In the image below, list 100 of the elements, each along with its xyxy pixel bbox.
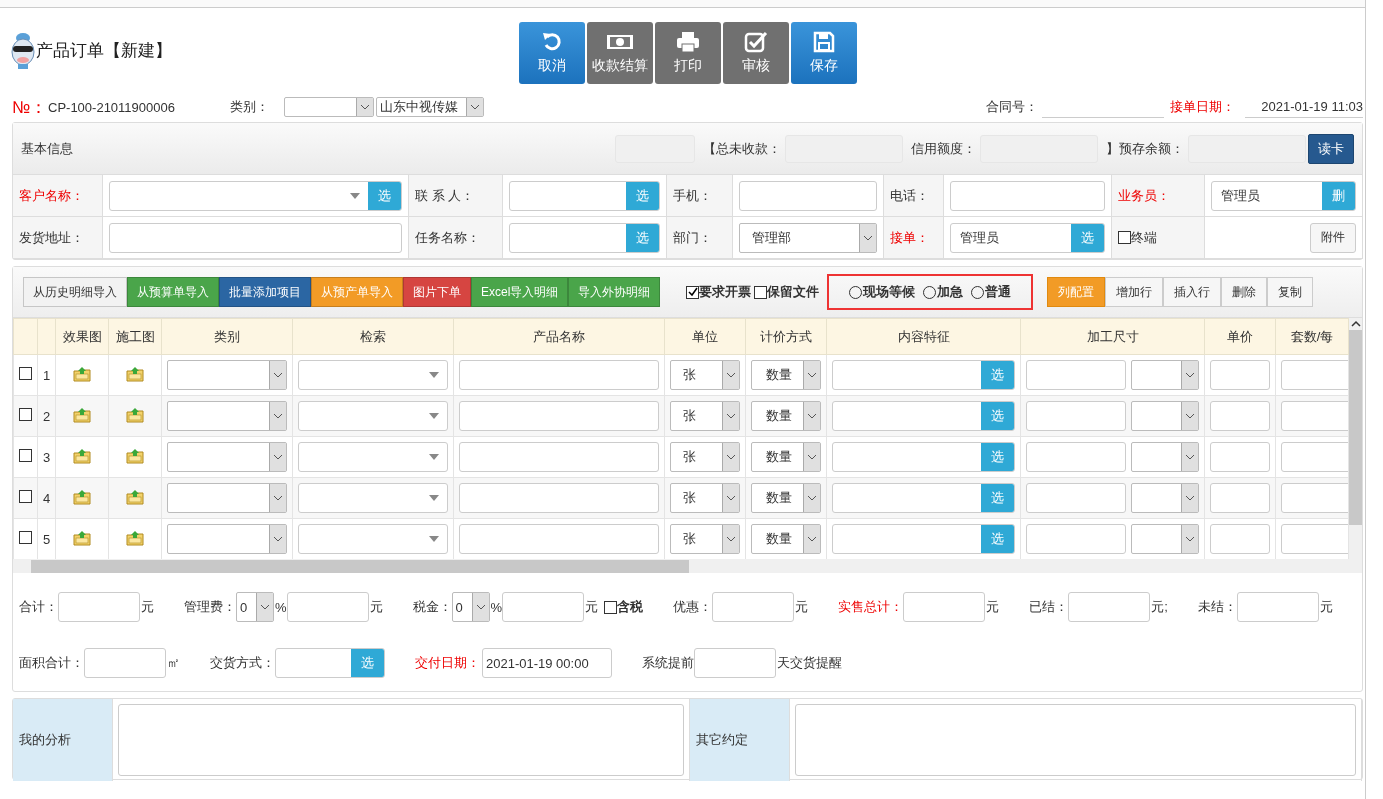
amount-field[interactable] — [712, 592, 795, 622]
price-field[interactable] — [1210, 524, 1270, 554]
row-checkbox[interactable] — [19, 367, 32, 380]
folder-upload-icon[interactable] — [126, 406, 144, 423]
amount-field[interactable] — [903, 592, 986, 622]
action-button[interactable]: 审核 — [723, 22, 789, 84]
import-button[interactable]: 批量添加项目 — [219, 277, 311, 307]
folder-upload-icon[interactable] — [73, 365, 91, 382]
percent-select[interactable]: 0 — [451, 592, 490, 622]
size-unit-select[interactable] — [1131, 483, 1199, 513]
row-tool-button[interactable]: 增加行 — [1105, 277, 1164, 307]
search-combo[interactable] — [298, 401, 448, 431]
size-field[interactable] — [1026, 401, 1126, 431]
search-combo[interactable] — [298, 442, 448, 472]
percent-select[interactable]: 0 — [236, 592, 274, 622]
order-date-field[interactable]: 2021-01-19 11:03 — [1245, 96, 1363, 118]
amount-field[interactable] — [1068, 592, 1151, 622]
quantity-field[interactable] — [1281, 524, 1351, 554]
priority-radio[interactable]: 现场等候 — [849, 283, 916, 301]
amount-field[interactable] — [58, 592, 140, 622]
size-unit-select[interactable] — [1131, 442, 1199, 472]
price-field[interactable] — [1210, 442, 1270, 472]
size-field[interactable] — [1026, 442, 1126, 472]
row-checkbox[interactable] — [19, 490, 32, 503]
pricing-select[interactable]: 数量 — [751, 401, 821, 431]
size-unit-select[interactable] — [1131, 360, 1199, 390]
category-select[interactable] — [167, 401, 287, 431]
amount-field[interactable] — [286, 592, 369, 622]
row-tool-button[interactable]: 复制 — [1267, 277, 1314, 307]
size-field[interactable] — [1026, 483, 1126, 513]
department-select[interactable]: 管理部 — [739, 222, 877, 253]
vertical-scrollbar[interactable] — [1349, 318, 1362, 559]
amount-field[interactable] — [1236, 592, 1319, 622]
folder-upload-icon[interactable] — [73, 447, 91, 464]
action-button[interactable]: 取消 — [519, 22, 585, 84]
product-name-field[interactable] — [459, 524, 659, 554]
search-combo[interactable] — [298, 483, 448, 513]
product-name-field[interactable] — [459, 483, 659, 513]
folder-upload-icon[interactable] — [126, 365, 144, 382]
folder-upload-icon[interactable] — [126, 529, 144, 546]
pricing-select[interactable]: 数量 — [751, 360, 821, 390]
note-textarea[interactable] — [795, 704, 1356, 776]
row-checkbox[interactable] — [19, 449, 32, 462]
company-select[interactable]: 山东中视传媒 — [376, 97, 484, 117]
action-button[interactable]: 打印 — [655, 22, 721, 84]
picker-field[interactable]: 管理员 选 — [950, 222, 1105, 253]
price-field[interactable] — [1210, 483, 1270, 513]
folder-upload-icon[interactable] — [126, 488, 144, 505]
text-field[interactable] — [739, 180, 877, 211]
quantity-field[interactable] — [1281, 360, 1351, 390]
option-checkbox[interactable]: 保留文件 — [754, 283, 820, 301]
read-card-button[interactable]: 读卡 — [1308, 133, 1354, 164]
row-checkbox[interactable] — [19, 531, 32, 544]
pricing-select[interactable]: 数量 — [751, 442, 821, 472]
search-combo[interactable] — [298, 360, 448, 390]
price-field[interactable] — [1210, 401, 1270, 431]
text-field[interactable] — [950, 180, 1105, 211]
product-name-field[interactable] — [459, 401, 659, 431]
attachment-button[interactable]: 附件 — [1310, 222, 1356, 253]
size-unit-select[interactable] — [1131, 401, 1199, 431]
folder-upload-icon[interactable] — [73, 529, 91, 546]
product-name-field[interactable] — [459, 360, 659, 390]
amount-field[interactable] — [84, 648, 166, 678]
unit-select[interactable]: 张 — [670, 442, 740, 472]
unit-select[interactable]: 张 — [670, 360, 740, 390]
row-checkbox[interactable] — [19, 408, 32, 421]
horizontal-scrollbar[interactable] — [13, 559, 1362, 573]
category-select[interactable] — [167, 442, 287, 472]
category-select[interactable] — [167, 524, 287, 554]
size-field[interactable] — [1026, 524, 1126, 554]
unit-select[interactable]: 张 — [670, 524, 740, 554]
folder-upload-icon[interactable] — [73, 488, 91, 505]
note-textarea[interactable] — [118, 704, 684, 776]
price-field[interactable] — [1210, 360, 1270, 390]
tax-checkbox[interactable]: 含税 — [604, 598, 644, 616]
option-checkbox[interactable]: 要求开票 — [686, 283, 752, 301]
row-tool-button[interactable]: 插入行 — [1163, 277, 1222, 307]
action-button[interactable]: 保存 — [791, 22, 857, 84]
category-select[interactable] — [284, 97, 374, 117]
unit-select[interactable]: 张 — [670, 401, 740, 431]
import-button[interactable]: 图片下单 — [403, 277, 471, 307]
action-button[interactable]: 收款结算 — [587, 22, 653, 84]
priority-radio[interactable]: 加急 — [923, 283, 964, 301]
size-field[interactable] — [1026, 360, 1126, 390]
picker-field[interactable]: 管理员 删 — [1211, 180, 1356, 211]
quantity-field[interactable] — [1281, 401, 1351, 431]
import-button[interactable]: 从历史明细导入 — [23, 277, 127, 307]
size-unit-select[interactable] — [1131, 524, 1199, 554]
quantity-field[interactable] — [1281, 483, 1351, 513]
category-select[interactable] — [167, 360, 287, 390]
folder-upload-icon[interactable] — [73, 406, 91, 423]
unit-select[interactable]: 张 — [670, 483, 740, 513]
category-select[interactable] — [167, 483, 287, 513]
folder-upload-icon[interactable] — [126, 447, 144, 464]
amount-field[interactable] — [694, 648, 776, 678]
search-combo[interactable] — [298, 524, 448, 554]
terminal-checkbox[interactable]: 终端 — [1118, 228, 1157, 247]
priority-radio[interactable]: 普通 — [971, 283, 1012, 301]
quantity-field[interactable] — [1281, 442, 1351, 472]
scroll-up-icon[interactable] — [1350, 320, 1361, 328]
